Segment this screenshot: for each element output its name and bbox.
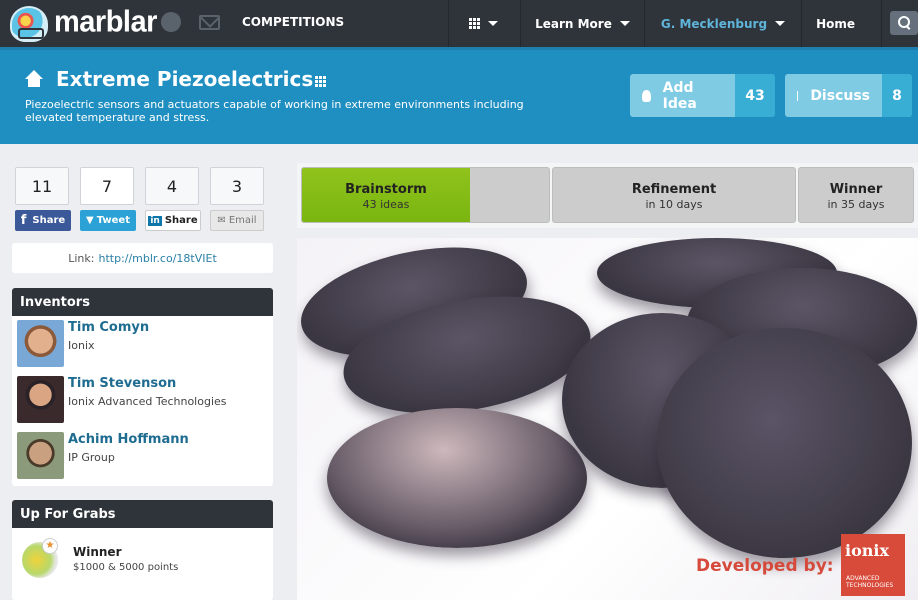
idea-count: 43 — [735, 74, 775, 117]
discuss-button[interactable]: Discuss 8 — [785, 74, 912, 117]
avatar — [17, 376, 64, 423]
linkedin-share-button[interactable]: in Share — [145, 210, 201, 231]
stage-brainstorm[interactable]: Brainstorm 43 ideas — [301, 167, 550, 223]
prize-title: Winner — [73, 545, 122, 559]
brain-mascot-icon — [10, 6, 48, 42]
linkedin-count: 4 — [145, 167, 199, 205]
discuss-count: 8 — [882, 74, 912, 117]
prize-value: $1000 & 5000 points — [73, 562, 179, 573]
competition-description: Piezoelectric sensors and actuators capa… — [25, 98, 524, 124]
stage-title: Brainstorm — [345, 182, 427, 197]
inventors-header: Inventors — [12, 288, 273, 316]
stage-title: Winner — [829, 182, 883, 197]
inventor-name[interactable]: Tim Stevenson — [68, 376, 227, 391]
chevron-down-icon — [775, 21, 786, 26]
globe-icon[interactable] — [161, 12, 181, 32]
home-icon[interactable] — [24, 70, 44, 88]
facebook-count: 11 — [15, 167, 69, 205]
tweet-button[interactable]: ▼ Tweet — [80, 210, 136, 231]
apps-menu-button[interactable] — [448, 0, 520, 47]
chevron-down-icon — [619, 21, 630, 26]
stage-refinement[interactable]: Refinement in 10 days — [552, 167, 796, 223]
brand-wordmark: marblar — [54, 4, 157, 39]
short-link-url[interactable]: http://mblr.co/18tVIEt — [98, 252, 216, 265]
piezo-disc — [657, 328, 912, 558]
add-idea-button[interactable]: Add Idea 43 — [630, 74, 775, 117]
search-item — [881, 0, 918, 47]
competition-hero-image: Developed by: ionix ADVANCED TECHNOLOGIE… — [297, 238, 918, 600]
inventor-org: Ionix — [68, 339, 95, 352]
short-link: Link: http://mblr.co/18tVIEt — [12, 243, 273, 273]
top-navbar: marblar COMPETITIONS Learn More G. Meckl… — [0, 0, 918, 47]
up-for-grabs-panel: Up For Grabs ★ Winner $1000 & 5000 point… — [12, 500, 273, 600]
chevron-down-icon — [488, 21, 499, 26]
twitter-count: 7 — [80, 167, 134, 205]
inventor-org: IP Group — [68, 451, 115, 464]
email-share-button[interactable]: ✉ Email — [210, 210, 264, 231]
stage-winner[interactable]: Winner in 35 days — [798, 167, 914, 223]
stage-subtitle: 43 ideas — [362, 198, 410, 211]
competition-banner: Extreme Piezoelectrics Piezoelectric sen… — [0, 47, 918, 144]
lightbulb-icon — [642, 89, 651, 102]
mail-icon[interactable] — [199, 15, 220, 30]
inventor-item[interactable]: Achim Hoffmann IP Group — [17, 432, 189, 480]
user-menu[interactable]: G. Mecklenburg — [643, 0, 801, 47]
learn-more-label: Learn More — [535, 16, 612, 31]
stage-subtitle: in 35 days — [827, 198, 885, 211]
avatar — [17, 432, 64, 479]
competition-title: Extreme Piezoelectrics — [56, 67, 314, 91]
star-icon: ★ — [42, 538, 58, 554]
inventor-name[interactable]: Achim Hoffmann — [68, 432, 189, 447]
grid-icon — [469, 18, 481, 29]
discuss-label: Discuss — [810, 87, 870, 104]
stage-subtitle: in 10 days — [645, 198, 703, 211]
stage-title: Refinement — [631, 182, 717, 197]
inventor-item[interactable]: Tim Stevenson Ionix Advanced Technologies — [17, 376, 227, 424]
home-nav-link[interactable]: Home — [801, 0, 881, 47]
envelope-icon: ✉ — [217, 215, 226, 226]
search-icon[interactable] — [890, 11, 918, 35]
learn-more-menu[interactable]: Learn More — [520, 0, 644, 47]
user-name-label: G. Mecklenburg — [660, 16, 768, 31]
stage-progress: Brainstorm 43 ideas Refinement in 10 day… — [297, 163, 918, 228]
facebook-icon: f — [20, 213, 27, 228]
email-count: 3 — [210, 167, 264, 205]
up-for-grabs-header: Up For Grabs — [12, 500, 273, 528]
marblar-logo[interactable]: marblar — [10, 4, 157, 42]
ionix-logo[interactable]: ionix ADVANCED TECHNOLOGIES — [841, 534, 905, 596]
inventor-name[interactable]: Tim Comyn — [68, 320, 149, 335]
inventor-item[interactable]: Tim Comyn Ionix — [17, 320, 149, 368]
avatar — [17, 320, 64, 367]
piezo-disc — [327, 408, 587, 548]
nav-competitions[interactable]: COMPETITIONS — [242, 15, 344, 29]
ionix-wordmark: ionix — [845, 541, 889, 560]
developed-by-label: Developed by: — [696, 556, 834, 576]
chat-icon — [797, 90, 799, 101]
add-idea-label: Add Idea — [662, 79, 697, 112]
link-prefix: Link: — [68, 251, 95, 265]
grid-icon[interactable] — [315, 76, 326, 87]
ionix-tagline: ADVANCED TECHNOLOGIES — [846, 575, 894, 589]
inventor-org: Ionix Advanced Technologies — [68, 395, 227, 408]
twitter-bird-icon: ▼ — [85, 215, 94, 226]
inventors-panel: Inventors Tim Comyn Ionix Tim Stevenson Io… — [12, 288, 273, 486]
nav-right-group: Learn More G. Mecklenburg Home — [448, 0, 918, 47]
linkedin-icon: in — [148, 215, 162, 226]
facebook-share-button[interactable]: f Share — [15, 210, 71, 231]
